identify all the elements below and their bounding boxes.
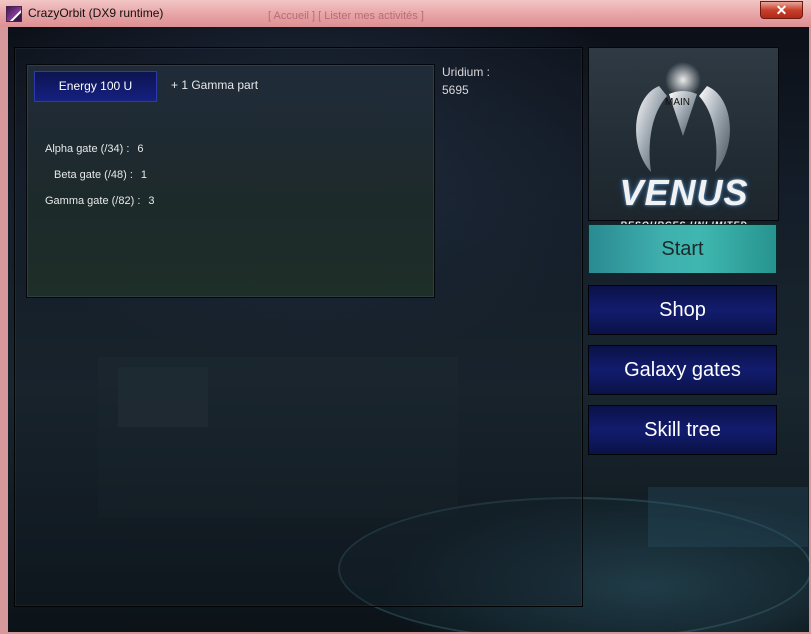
uridium-value: 5695 xyxy=(442,83,469,97)
gate-label: Alpha gate (/34) : xyxy=(45,143,130,155)
energy-reward-button[interactable]: Energy 100 U xyxy=(34,71,157,102)
window-title: CrazyOrbit (DX9 runtime) xyxy=(28,6,164,20)
galaxy-gates-button[interactable]: Galaxy gates xyxy=(588,345,777,395)
reward-text: + 1 Gamma part xyxy=(171,78,259,92)
window-titlebar[interactable]: CrazyOrbit (DX9 runtime) [ Accueil ] [ L… xyxy=(0,0,811,27)
window-frame-left xyxy=(0,27,8,634)
alpha-gate-row: Alpha gate (/34) : 6 xyxy=(45,143,144,155)
close-button[interactable]: ✕ xyxy=(760,1,803,19)
gate-label: Beta gate (/48) : xyxy=(54,169,133,181)
background-structure xyxy=(648,487,808,547)
gate-info-panel: Energy 100 U + 1 Gamma part Alpha gate (… xyxy=(26,64,435,298)
logo-wordmark: VENUS xyxy=(619,172,749,213)
game-viewport: Energy 100 U + 1 Gamma part Alpha gate (… xyxy=(8,27,809,632)
gate-value: 3 xyxy=(148,195,155,207)
logo-main-tag: MAIN xyxy=(665,97,690,108)
uridium-label: Uridium : xyxy=(442,65,491,79)
gate-label: Gamma gate (/82) : xyxy=(45,195,141,207)
gamma-gate-row: Gamma gate (/82) : 3 xyxy=(45,195,155,207)
gate-value: 6 xyxy=(137,143,144,155)
background-window-text: [ Accueil ] [ Lister mes activités ] xyxy=(268,10,424,22)
gate-value: 1 xyxy=(140,169,148,181)
app-icon xyxy=(6,6,22,22)
venus-logo-panel: MAIN VENUS RESOURCES UNLIMITED xyxy=(588,47,779,230)
close-icon: ✕ xyxy=(775,2,788,18)
beta-gate-row: Beta gate (/48) : 1 xyxy=(54,169,147,181)
skill-tree-button[interactable]: Skill tree xyxy=(588,405,777,455)
start-button[interactable]: Start xyxy=(588,224,777,274)
shop-button[interactable]: Shop xyxy=(588,285,777,335)
